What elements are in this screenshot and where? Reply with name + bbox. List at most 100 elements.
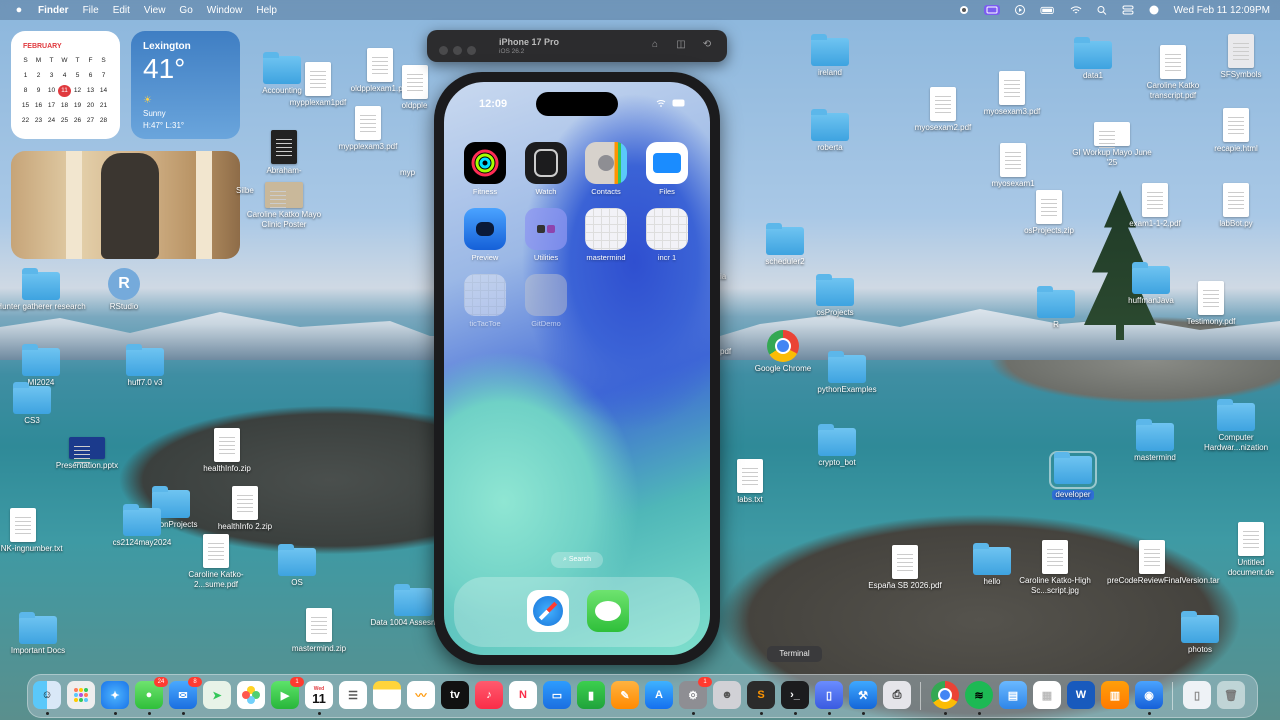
menu-clock[interactable]: Wed Feb 11 12:09PM [1174, 5, 1270, 16]
app-utilities-folder[interactable]: Utilities [518, 208, 574, 262]
desktop-file-healthinfo[interactable]: healthInfo.zip [182, 428, 272, 474]
dock-reminders-icon[interactable]: ☰ [339, 681, 367, 709]
desktop-file-myosexam1[interactable]: myosexam1 [968, 143, 1058, 189]
dock-word-icon[interactable]: W [1067, 681, 1095, 709]
desktop-folder-hunter[interactable]: Hunter gatherer research [0, 268, 86, 312]
dock-maps-icon[interactable]: ➤ [203, 681, 231, 709]
desktop-file-highschool[interactable]: Caroline Katko-High Sc...script.jpg [1010, 540, 1100, 596]
dock-notes-icon[interactable] [373, 681, 401, 709]
dock-files-icon[interactable]: ▤ [999, 681, 1027, 709]
dock-calendar-icon[interactable]: Wed 11 [305, 681, 333, 709]
wifi-icon[interactable] [1070, 5, 1082, 15]
dock-numbers-icon[interactable]: ▮ [577, 681, 605, 709]
battery-icon[interactable] [1040, 5, 1056, 15]
dock-spotify-icon[interactable]: ≋ [965, 681, 993, 709]
dock-sublime-icon[interactable]: S [747, 681, 775, 709]
menu-edit[interactable]: Edit [113, 5, 130, 16]
desktop-folder-ireland[interactable]: ireland [785, 34, 875, 78]
app-safari[interactable] [520, 590, 576, 632]
play-icon[interactable] [1014, 5, 1026, 15]
desktop-file-myosexam3[interactable]: myosexam3.pdf [967, 71, 1057, 117]
desktop-file-caroline-resume[interactable]: Caroline Katko-2...sume.pdf [171, 534, 261, 590]
menu-window[interactable]: Window [207, 5, 243, 16]
home-icon[interactable]: ⌂ [649, 39, 661, 51]
photos-widget[interactable] [11, 151, 240, 259]
menu-go[interactable]: Go [179, 5, 192, 16]
app-watch[interactable]: Watch [518, 142, 574, 196]
dock-preview-icon[interactable]: ◉ [1135, 681, 1163, 709]
desktop-file-recapie[interactable]: recapie.html [1191, 108, 1280, 154]
dock-facetime-icon[interactable]: ▶ 1 [271, 677, 304, 709]
spotlight-search-icon[interactable] [1096, 5, 1108, 15]
menu-view[interactable]: View [144, 5, 166, 16]
dock-simulator-icon[interactable]: ▯ [815, 681, 843, 709]
apple-menu-icon[interactable]: ● [12, 4, 26, 16]
desktop-file-mypplexam3[interactable]: mypplexam3.pdf [323, 106, 413, 152]
dock-photos-icon[interactable] [237, 681, 265, 709]
desktop-file-untitled[interactable]: Untitled document.de [1222, 522, 1280, 578]
dock-books-icon[interactable]: ▥ [1101, 681, 1129, 709]
dock-freeform-icon[interactable]: 〰 [407, 681, 435, 709]
app-files[interactable]: Files [639, 142, 695, 196]
desktop-file-myp[interactable]: myp [400, 166, 434, 178]
desktop-file-mylink[interactable]: MyLINK-ingnumber.txt [0, 508, 68, 554]
desktop-folder-cs3[interactable]: CS3 [0, 382, 77, 426]
dock-trash-icon[interactable]: 🗑 [1217, 681, 1245, 709]
app-fitness[interactable]: Fitness [457, 142, 513, 196]
desktop-folder-roberta[interactable]: roberta [785, 109, 875, 153]
dock-settings-icon[interactable]: ⚙ 1 [679, 677, 712, 709]
menu-file[interactable]: File [83, 5, 99, 16]
dock-terminal-icon[interactable]: ›_ [781, 681, 809, 709]
dock-appstore-icon[interactable]: A [645, 681, 673, 709]
dock-safari-icon[interactable]: ✦ [101, 681, 129, 709]
desktop-folder-developer[interactable]: developer [1028, 451, 1118, 502]
zoom-button[interactable] [467, 46, 476, 55]
rotate-icon[interactable]: ⟲ [701, 39, 713, 51]
dock-keynote-icon[interactable]: ▭ [543, 681, 571, 709]
dock-news-icon[interactable]: N [509, 681, 537, 709]
siri-icon[interactable] [1148, 5, 1160, 15]
app-contacts[interactable]: Contacts [578, 142, 634, 196]
desktop-file-presentation[interactable]: Presentation.pptx [42, 437, 132, 471]
desktop-folder-computer-hw[interactable]: Computer Hardwar...nization [1191, 399, 1280, 453]
app-preview[interactable]: Preview [457, 208, 513, 262]
desktop-folder-osprojects[interactable]: osProjects [790, 274, 880, 318]
app-incr1[interactable]: incr 1 [639, 208, 695, 262]
dock-pages-icon[interactable]: ✎ [611, 681, 639, 709]
dock-chrome-icon[interactable] [931, 681, 959, 709]
weather-widget[interactable]: Lexington 41° ☀ Sunny H:47° L:31° [131, 31, 240, 139]
dock-grid-app-icon[interactable]: ▦ [1033, 681, 1061, 709]
desktop-file-healthinfo2[interactable]: healthInfo 2.zip [200, 486, 290, 532]
desktop-folder-os[interactable]: OS [252, 544, 342, 588]
simulator-title-bar[interactable]: iPhone 17 Pro iOS 26.2 ⌂ ◫ ⟲ [427, 30, 727, 62]
desktop-file-mastermind-zip[interactable]: mastermind.zip [274, 608, 364, 654]
desktop-file-espana[interactable]: España SB 2026.pdf [860, 545, 950, 591]
menu-help[interactable]: Help [256, 5, 277, 16]
record-icon[interactable] [958, 5, 970, 15]
desktop-folder-photos[interactable]: photos [1155, 611, 1245, 655]
dock-music-icon[interactable]: ♪ [475, 681, 503, 709]
dock-launchpad-icon[interactable] [67, 681, 95, 709]
dock-finder-icon[interactable]: ☺ [33, 681, 61, 709]
dock-mail-icon[interactable]: ✉ 8 [169, 677, 202, 709]
desktop-file-oldpple[interactable]: oldpple [392, 65, 437, 111]
menu-app-name[interactable]: Finder [38, 5, 69, 16]
app-gitdemo[interactable]: GitDemo [518, 274, 574, 328]
dock-downloads-stack-icon[interactable]: ▯ [1183, 681, 1211, 709]
dock-contacts-icon[interactable]: ☻ [713, 681, 741, 709]
desktop-folder-important[interactable]: Important Docs [0, 612, 83, 656]
app-mastermind[interactable]: mastermind [578, 208, 634, 262]
desktop-folder-crypto[interactable]: crypto_bot [792, 424, 882, 468]
desktop-folder-mastermind[interactable]: mastermind [1110, 419, 1200, 463]
minimize-button[interactable] [453, 46, 462, 55]
desktop-file-exam1[interactable]: exam1-1-2.pdf [1110, 183, 1200, 229]
calendar-widget[interactable]: FEBRUARY S M T W T F S 1 2 3 4 5 6 7 8 9 10 11 12 13 14 15 16 1… [11, 31, 120, 139]
desktop-file-osprojects-zip[interactable]: osProjects.zip [1004, 190, 1094, 236]
desktop-app-rstudio[interactable]: R RStudio [79, 268, 169, 312]
desktop-file-sfsymbols[interactable]: SFSymbols [1196, 34, 1280, 80]
dock-messages-icon[interactable]: ● 24 [135, 677, 168, 709]
desktop-file-abraham[interactable]: Abraham- [239, 130, 329, 176]
iphone-screen[interactable]: 12:09 Fitness Watch Contacts Files Previ… [444, 82, 710, 655]
close-button[interactable] [439, 46, 448, 55]
desktop-file-pdf[interactable]: pdf [720, 345, 740, 357]
